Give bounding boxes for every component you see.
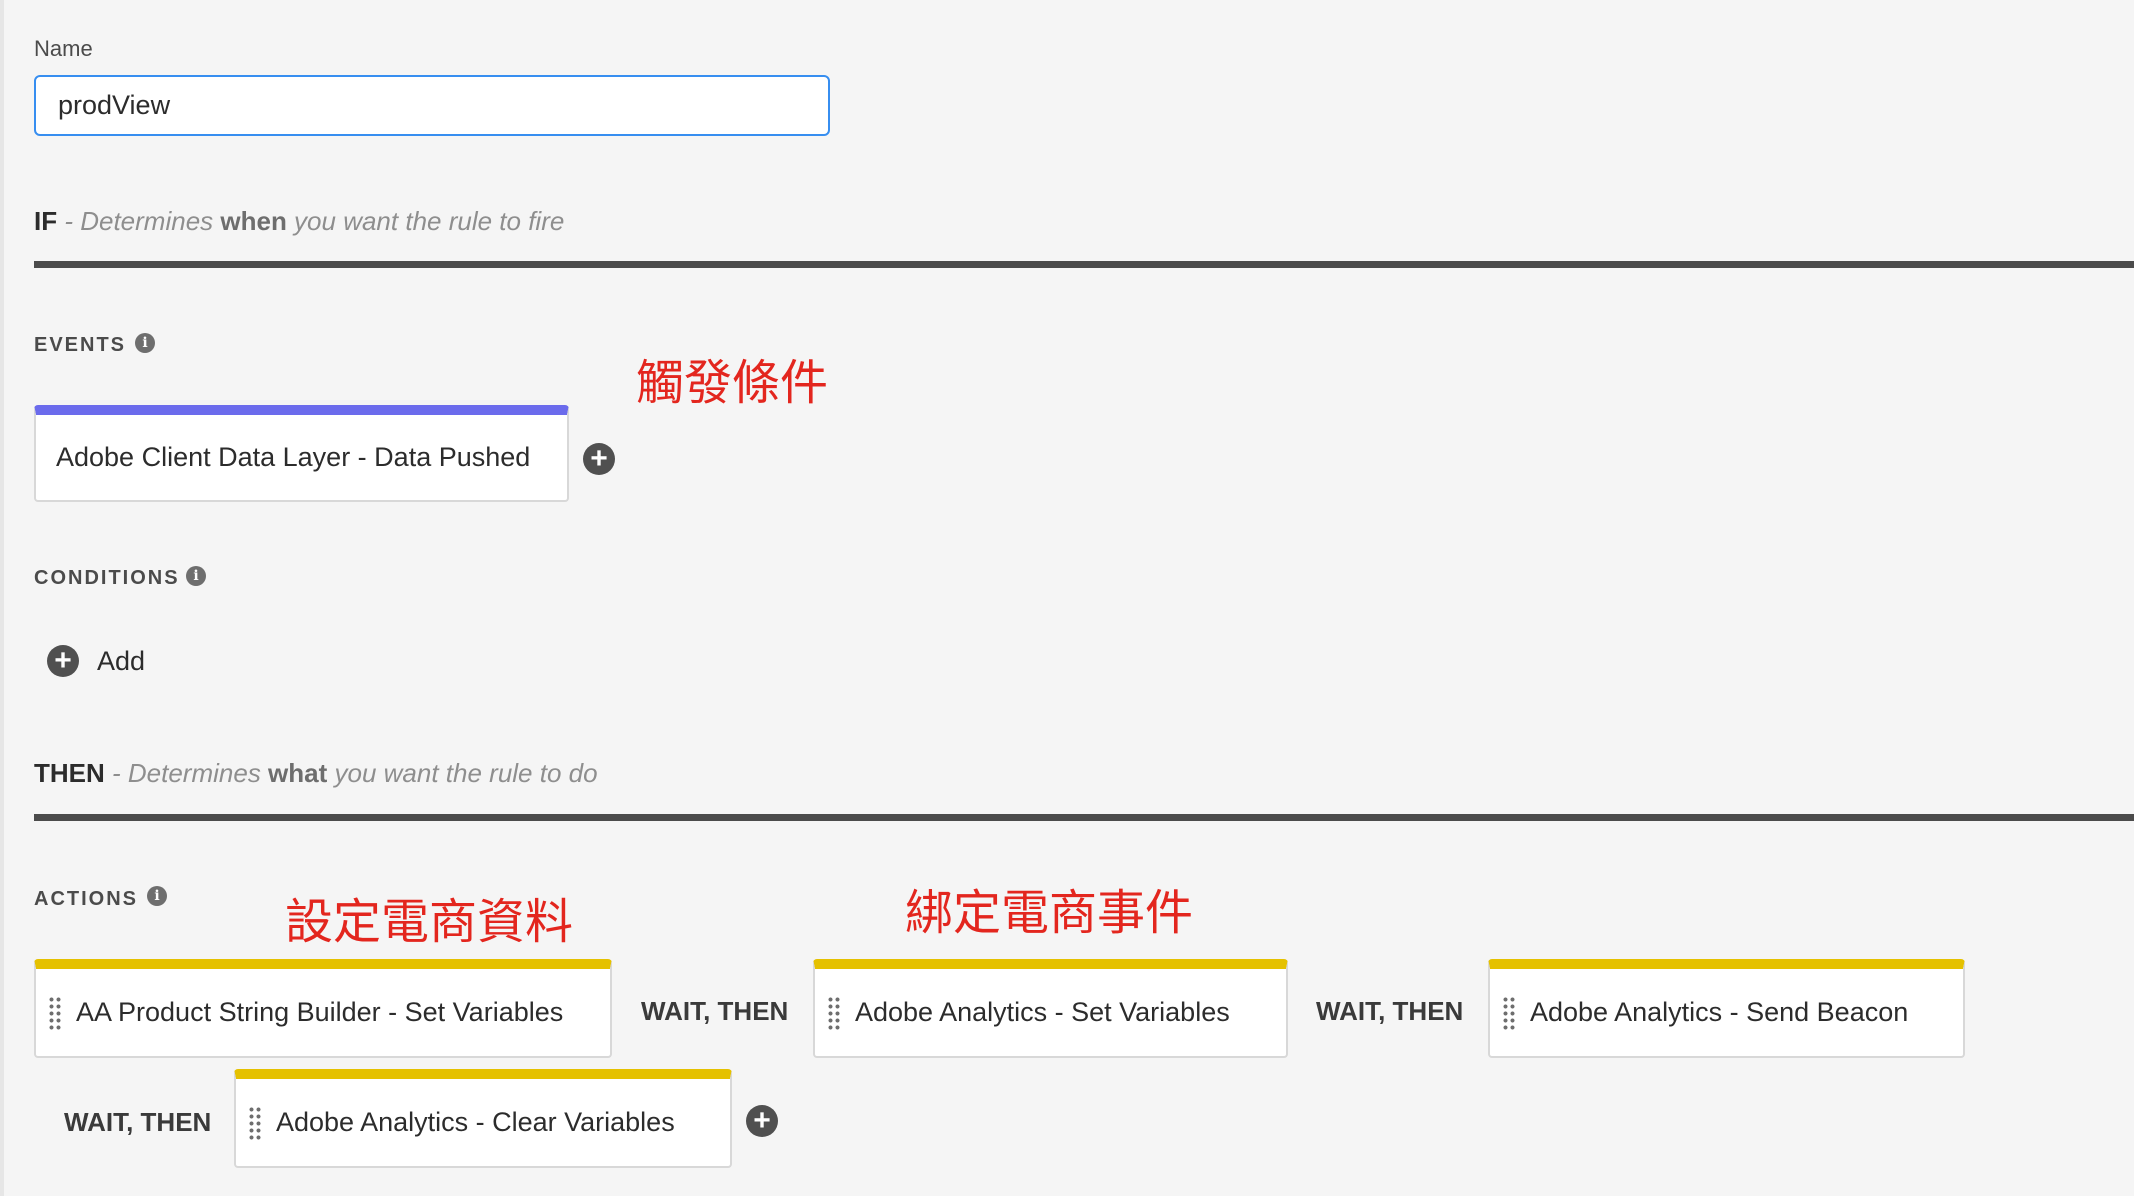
wait-then-connector: WAIT, THEN [641,996,789,1026]
drag-handle-icon[interactable] [248,1105,262,1140]
action-card-send-beacon[interactable]: Adobe Analytics - Send Beacon [1488,959,1965,1058]
add-condition-button[interactable]: + Add [47,645,145,677]
drag-handle-icon[interactable] [48,995,62,1030]
drag-handle-icon[interactable] [1502,995,1516,1030]
events-label: EVENTS [34,334,127,356]
conditions-label: CONDITIONS [34,567,180,589]
action-card-label: Adobe Analytics - Set Variables [855,997,1230,1027]
add-condition-plus-icon: + [47,645,79,677]
wait-then-connector: WAIT, THEN [1316,996,1464,1026]
if-keyword: IF [34,206,58,236]
if-section-heading: IF - Determines when you want the rule t… [34,206,564,237]
if-divider [34,261,2134,268]
name-field-label: Name [34,36,93,61]
drag-handle-icon[interactable] [827,995,841,1030]
actions-info-icon[interactable]: i [147,886,167,906]
wait-then-connector: WAIT, THEN [64,1107,212,1137]
action-card-set-variables[interactable]: Adobe Analytics - Set Variables [813,959,1288,1058]
add-event-plus-icon[interactable]: + [583,443,615,475]
name-input[interactable] [34,75,830,136]
then-keyword: THEN [34,758,105,788]
action-card-label: AA Product String Builder - Set Variable… [76,997,564,1027]
conditions-info-icon[interactable]: i [186,566,206,586]
annotation-bind-event: 綁定電商事件 [905,885,1194,941]
action-card-product-string[interactable]: AA Product String Builder - Set Variable… [34,959,612,1058]
if-desc-em: when [220,206,287,236]
annotation-set-data: 設定電商資料 [285,894,574,950]
then-desc-pre: - Determines [104,758,269,788]
actions-label: ACTIONS [34,888,138,910]
event-card-label: Adobe Client Data Layer - Data Pushed [56,442,531,472]
left-edge [0,0,4,1196]
action-card-clear-variables[interactable]: Adobe Analytics - Clear Variables [234,1069,732,1168]
then-divider [34,814,2134,821]
action-card-label: Adobe Analytics - Send Beacon [1530,997,1909,1027]
then-desc-post: you want the rule to do [327,758,598,788]
then-desc-em: what [268,758,328,788]
if-desc-post: you want the rule to fire [286,206,565,236]
then-section-heading: THEN - Determines what you want the rule… [34,758,598,789]
action-card-label: Adobe Analytics - Clear Variables [276,1107,675,1137]
event-card[interactable]: Adobe Client Data Layer - Data Pushed [34,405,569,502]
events-info-icon[interactable]: i [135,333,155,353]
add-action-plus-icon[interactable]: + [746,1105,778,1137]
if-desc-pre: - Determines [57,206,221,236]
add-condition-label: Add [97,645,146,676]
annotation-trigger: 觸發條件 [636,355,829,411]
